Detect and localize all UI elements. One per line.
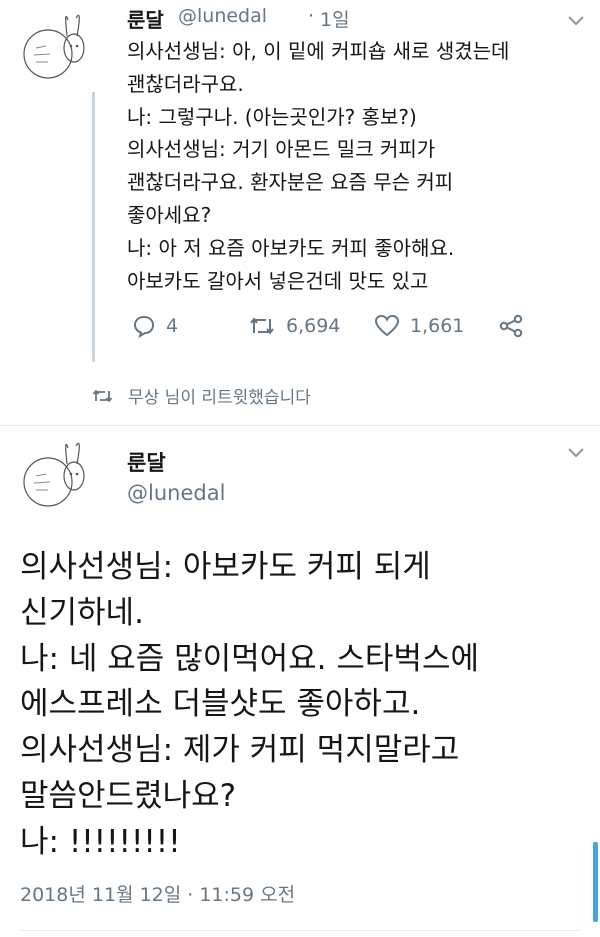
tweet-time[interactable]: 1일 — [320, 5, 350, 32]
tweet-date[interactable]: 2018년 11월 12일 · 11:59 오전 — [20, 880, 295, 907]
avatar[interactable] — [18, 436, 92, 510]
like-count: 1,661 — [410, 315, 465, 337]
reply-button[interactable]: 4 — [132, 314, 178, 338]
tweet-actions: 4 6,694 1,661 — [0, 314, 600, 344]
chevron-down-icon[interactable] — [566, 14, 586, 28]
retweet-icon — [250, 317, 274, 335]
divider — [20, 930, 580, 931]
separator-dot: · — [308, 5, 315, 27]
display-name[interactable]: 룬달 — [127, 447, 166, 477]
share-icon — [499, 314, 523, 338]
retweet-count: 6,694 — [286, 315, 341, 337]
user-handle[interactable]: @lunedal — [127, 481, 225, 505]
tweet-text: 의사선생님: 아보카도 커피 되게 신기하네. 나: 네 요즘 많이먹어요. 스… — [20, 549, 479, 860]
reply-count: 4 — [166, 315, 179, 337]
share-button[interactable] — [498, 314, 524, 338]
chevron-down-icon[interactable] — [566, 446, 586, 460]
user-handle[interactable]: @lunedal — [178, 5, 267, 27]
display-name[interactable]: 룬달 — [127, 4, 164, 33]
reply-icon — [133, 315, 155, 338]
avatar[interactable] — [18, 8, 92, 82]
like-icon — [374, 314, 400, 337]
like-button[interactable]: 1,661 — [374, 314, 464, 338]
retweet-notice[interactable]: 무상 님이 리트윗했습니다 — [92, 383, 311, 408]
retweet-notice-text: 무상 님이 리트윗했습니다 — [128, 388, 311, 408]
rabbit-avatar-drawing — [23, 14, 85, 79]
retweet-icon — [92, 389, 113, 402]
divider — [0, 425, 600, 426]
rabbit-avatar-drawing — [23, 442, 85, 507]
tweet-text: 의사선생님: 아, 이 밑에 커피숍 새로 생겼는데 괜찮더라구요. 나: 그렇… — [127, 39, 510, 293]
scrollbar[interactable] — [593, 842, 598, 922]
retweet-button[interactable]: 6,694 — [248, 314, 340, 338]
